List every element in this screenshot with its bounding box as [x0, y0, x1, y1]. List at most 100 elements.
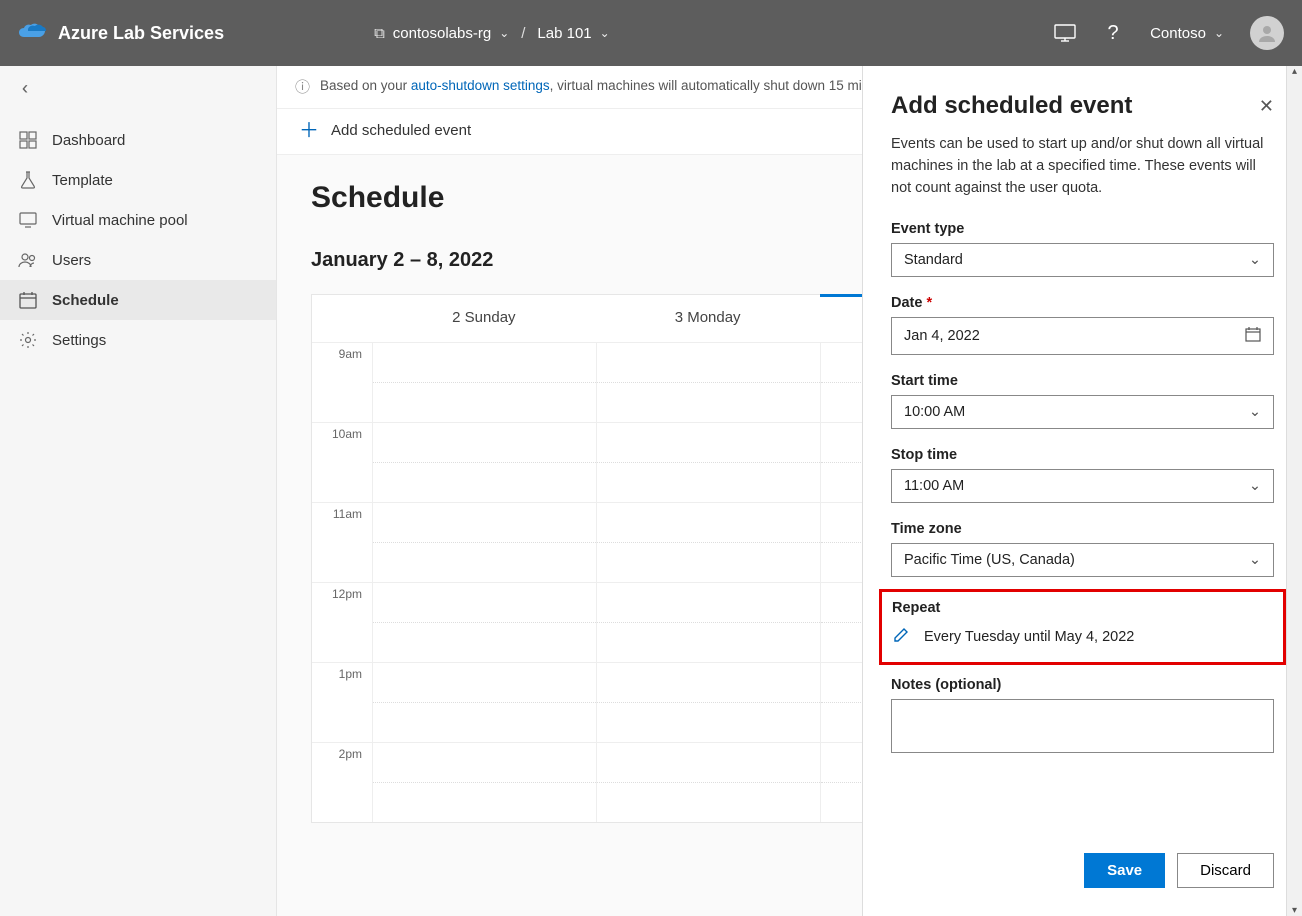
calendar-slot[interactable] [372, 343, 596, 422]
date-input[interactable]: Jan 4, 2022 [891, 317, 1274, 355]
calendar-slot[interactable] [372, 423, 596, 502]
monitor-icon [18, 210, 38, 230]
close-icon[interactable]: ✕ [1259, 96, 1274, 117]
breadcrumb: ⧉ contosolabs-rg ⌄ / Lab 101 ⌄ [374, 25, 610, 42]
repeat-label: Repeat [892, 600, 1273, 616]
sidebar-item-label: Dashboard [52, 132, 125, 149]
product-name: Azure Lab Services [58, 23, 224, 44]
time-label: 9am [312, 343, 372, 422]
brand[interactable]: Azure Lab Services [18, 23, 224, 44]
sidebar-item-schedule[interactable]: Schedule [0, 280, 276, 320]
user-menu[interactable]: Contoso ⌄ [1150, 25, 1224, 42]
add-event-panel: Add scheduled event ✕ Events can be used… [862, 66, 1302, 916]
rg-label: contosolabs-rg [393, 25, 491, 42]
calendar-slot[interactable] [372, 503, 596, 582]
time-label: 2pm [312, 743, 372, 822]
event-type-value: Standard [904, 252, 963, 268]
plus-icon: ＋ [299, 121, 319, 141]
azure-lab-logo-icon [18, 23, 46, 43]
chevron-down-icon: ⌄ [1249, 552, 1261, 568]
sidebar-item-label: Settings [52, 332, 106, 349]
panel-title: Add scheduled event [891, 92, 1132, 120]
stop-time-select[interactable]: 11:00 AM ⌄ [891, 469, 1274, 503]
calendar-slot[interactable] [372, 583, 596, 662]
start-time-label: Start time [891, 373, 1274, 389]
notes-textarea[interactable] [891, 699, 1274, 753]
calendar-icon [18, 290, 38, 310]
monitor-icon[interactable] [1054, 22, 1076, 44]
rg-icon: ⧉ [374, 25, 385, 42]
notice-prefix: Based on your [320, 78, 411, 93]
panel-description: Events can be used to start up and/or sh… [891, 134, 1274, 199]
breadcrumb-separator: / [521, 25, 525, 42]
calendar-slot[interactable] [372, 743, 596, 822]
timezone-value: Pacific Time (US, Canada) [904, 552, 1075, 568]
chevron-down-icon: ⌄ [1249, 252, 1261, 268]
calendar-icon [1245, 326, 1261, 346]
sidebar-item-settings[interactable]: Settings [0, 320, 276, 360]
info-icon: ⓘ [295, 77, 310, 100]
user-label: Contoso [1150, 25, 1206, 42]
chevron-down-icon: ⌄ [499, 26, 509, 40]
chevron-down-icon: ⌄ [1214, 26, 1224, 40]
calendar-slot[interactable] [596, 503, 820, 582]
time-label: 11am [312, 503, 372, 582]
repeat-value: Every Tuesday until May 4, 2022 [924, 629, 1134, 645]
sidebar: ‹‹ Dashboard Template Virtual machine po… [0, 66, 277, 916]
main: ⓘ Based on your auto-shutdown settings, … [277, 66, 1302, 916]
avatar[interactable] [1250, 16, 1284, 50]
scroll-up-icon: ▴ [1287, 66, 1302, 77]
save-button[interactable]: Save [1084, 853, 1165, 888]
notes-label: Notes (optional) [891, 677, 1274, 693]
sidebar-item-dashboard[interactable]: Dashboard [0, 120, 276, 160]
top-right: ? Contoso ⌄ [1054, 16, 1284, 50]
day-header[interactable]: 3 Monday [596, 295, 820, 342]
gear-icon [18, 330, 38, 350]
time-label: 1pm [312, 663, 372, 742]
sidebar-item-label: Schedule [52, 292, 119, 309]
sidebar-item-label: Users [52, 252, 91, 269]
stop-time-label: Stop time [891, 447, 1274, 463]
sidebar-item-label: Template [52, 172, 113, 189]
scrollbar[interactable]: ▴ ▾ [1286, 66, 1302, 916]
add-label: Add scheduled event [331, 122, 471, 139]
scroll-down-icon: ▾ [1287, 905, 1302, 916]
event-type-select[interactable]: Standard ⌄ [891, 243, 1274, 277]
time-label: 10am [312, 423, 372, 502]
add-scheduled-event-button[interactable]: ＋ Add scheduled event [299, 121, 471, 141]
lab-crumb[interactable]: Lab 101 ⌄ [537, 25, 609, 42]
calendar-slot[interactable] [596, 343, 820, 422]
required-asterisk: * [926, 295, 932, 311]
sidebar-item-label: Virtual machine pool [52, 212, 188, 229]
sidebar-item-template[interactable]: Template [0, 160, 276, 200]
timezone-select[interactable]: Pacific Time (US, Canada) ⌄ [891, 543, 1274, 577]
users-icon [18, 250, 38, 270]
day-header[interactable]: 2 Sunday [372, 295, 596, 342]
lab-label: Lab 101 [537, 25, 591, 42]
calendar-slot[interactable] [596, 663, 820, 742]
repeat-edit[interactable]: Every Tuesday until May 4, 2022 [892, 626, 1273, 648]
top-bar: Azure Lab Services ⧉ contosolabs-rg ⌄ / … [0, 0, 1302, 66]
stop-time-value: 11:00 AM [904, 478, 964, 494]
repeat-highlight: Repeat Every Tuesday until May 4, 2022 [879, 589, 1286, 665]
chevron-down-icon: ⌄ [1249, 478, 1261, 494]
discard-button[interactable]: Discard [1177, 853, 1274, 888]
sidebar-item-users[interactable]: Users [0, 240, 276, 280]
calendar-slot[interactable] [596, 583, 820, 662]
pencil-icon [892, 626, 910, 648]
date-value: Jan 4, 2022 [904, 328, 980, 344]
date-label: Date [891, 295, 922, 311]
help-icon[interactable]: ? [1102, 22, 1124, 44]
time-label: 12pm [312, 583, 372, 662]
calendar-slot[interactable] [372, 663, 596, 742]
dashboard-icon [18, 130, 38, 150]
sidebar-item-vm-pool[interactable]: Virtual machine pool [0, 200, 276, 240]
calendar-slot[interactable] [596, 423, 820, 502]
calendar-slot[interactable] [596, 743, 820, 822]
start-time-select[interactable]: 10:00 AM ⌄ [891, 395, 1274, 429]
start-time-value: 10:00 AM [904, 404, 965, 420]
event-type-label: Event type [891, 221, 1274, 237]
rg-crumb[interactable]: ⧉ contosolabs-rg ⌄ [374, 25, 509, 42]
timezone-label: Time zone [891, 521, 1274, 537]
auto-shutdown-link[interactable]: auto-shutdown settings [411, 78, 550, 93]
